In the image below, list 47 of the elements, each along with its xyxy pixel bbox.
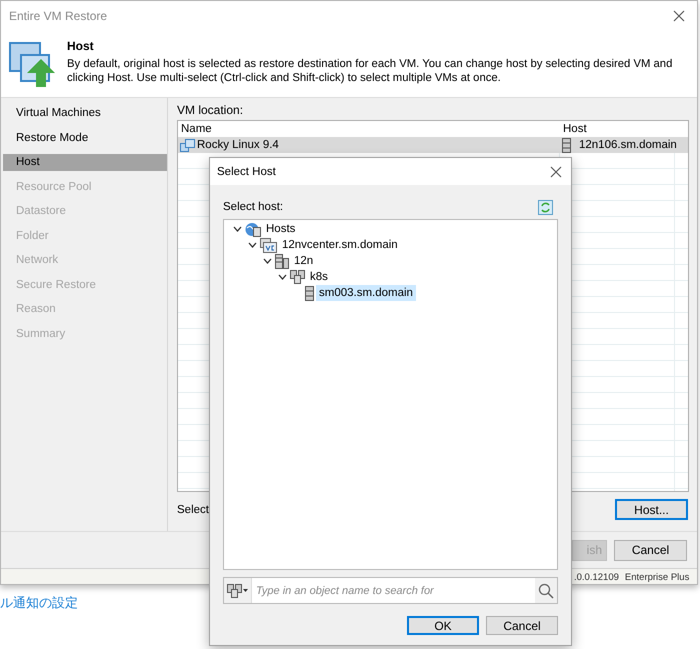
settings-link[interactable]: ル通知の設定 xyxy=(0,596,78,611)
chevron-icon[interactable] xyxy=(262,258,272,264)
section-label: VM location: xyxy=(177,103,244,117)
tree-item[interactable]: Hosts xyxy=(263,221,298,237)
ok-button[interactable]: OK xyxy=(407,616,479,635)
cluster-icon xyxy=(227,584,242,598)
field-label: Select host: xyxy=(223,201,284,213)
dialog-title: Select Host xyxy=(217,166,276,178)
status-text: Enterprise Plus xyxy=(624,572,690,582)
wizard-step[interactable]: Virtual Machines xyxy=(3,105,167,122)
vm-icon xyxy=(180,138,195,152)
server-icon xyxy=(305,286,314,300)
close-icon[interactable] xyxy=(673,10,685,22)
wizard-step[interactable]: Restore Mode xyxy=(3,130,167,146)
tree-item[interactable]: sm003.sm.domain xyxy=(316,285,416,301)
vcenter-icon xyxy=(260,238,277,252)
globe-server-icon xyxy=(245,222,261,236)
chevron-icon[interactable] xyxy=(232,226,242,232)
search-icon[interactable] xyxy=(538,582,554,598)
cancel-button[interactable]: Cancel xyxy=(614,540,687,560)
datacenter-icon xyxy=(275,254,289,268)
caret-icon xyxy=(243,589,248,592)
status-text: .0.0.12109 xyxy=(574,572,619,582)
chevron-icon[interactable] xyxy=(248,242,256,248)
cancel-button[interactable]: Cancel xyxy=(486,616,558,635)
refresh-icon[interactable] xyxy=(538,200,553,214)
tree-item[interactable]: 12nvcenter.sm.domain xyxy=(279,237,401,253)
vm-row[interactable]: Rocky Linux 9.4 12n106.sm.domain xyxy=(178,137,688,153)
wizard-step[interactable]: Host xyxy=(3,154,167,171)
vm-name: Rocky Linux 9.4 xyxy=(197,139,279,151)
close-icon[interactable] xyxy=(550,166,562,178)
hint-text: Select xyxy=(177,504,209,516)
tree-item[interactable]: 12n xyxy=(291,253,316,269)
host-button[interactable]: Host... xyxy=(615,499,688,520)
cluster-icon xyxy=(290,270,305,284)
page-title: Host xyxy=(67,39,95,53)
vm-restore-icon xyxy=(9,39,57,87)
search-field[interactable]: Type in an object name to search for xyxy=(223,577,558,604)
chevron-icon[interactable] xyxy=(278,274,286,280)
server-icon xyxy=(562,138,571,152)
page-description: By default, original host is selected as restore destination for each VM. You can change host by selecting desired VM and clicking Host. Use multi-select (Ctrl-click and Shift-click) to select multiple VMs at once. xyxy=(67,57,674,85)
column-header[interactable]: Host xyxy=(560,121,675,137)
column-header[interactable]: Name xyxy=(178,121,560,137)
window-title: Entire VM Restore xyxy=(9,9,108,23)
tree-item[interactable]: k8s xyxy=(307,269,331,285)
host-name: 12n106.sm.domain xyxy=(579,139,677,151)
scope-dropdown[interactable] xyxy=(224,578,252,603)
